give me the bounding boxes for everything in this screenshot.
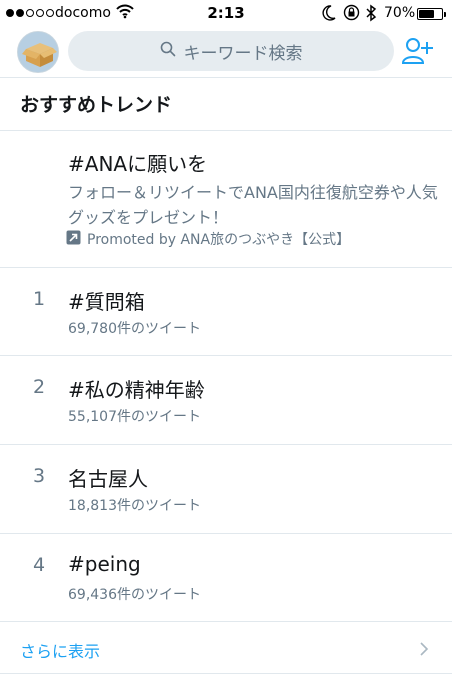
section-title: おすすめトレンド [20, 94, 173, 116]
trend-name: #私の精神年齢 [68, 378, 205, 402]
trend-name: 名古屋人 [68, 467, 148, 491]
moon-icon [322, 5, 336, 25]
divider [0, 673, 452, 674]
promoted-trend-name: #ANAに願いを [68, 152, 208, 176]
battery-percent: 70% [384, 5, 416, 21]
promoted-by-line: Promoted by ANA旅のつぶやき【公式】 [66, 229, 350, 249]
trend-tweet-count: 18,813件のツイート [68, 498, 201, 514]
status-bar: docomo 2:13 70% [0, 0, 452, 28]
top-navigation: キーワード検索 [0, 28, 452, 78]
divider [0, 355, 452, 356]
promoted-by-text: Promoted by ANA旅のつぶやき【公式】 [87, 232, 351, 248]
show-more-link[interactable]: さらに表示 [20, 638, 100, 662]
add-user-icon[interactable] [401, 37, 434, 69]
trend-tweet-count: 55,107件のツイート [68, 409, 201, 425]
bluetooth-icon [365, 4, 377, 26]
trend-name: #質問箱 [68, 290, 145, 314]
battery-level [419, 10, 435, 18]
trend-name: #peing [68, 552, 141, 576]
chevron-right-icon [419, 641, 429, 660]
divider [0, 621, 452, 622]
divider [0, 130, 452, 131]
trend-rank: 2 [33, 376, 46, 398]
divider [0, 533, 452, 534]
divider [0, 267, 452, 268]
search-icon [160, 41, 176, 62]
trend-rank: 4 [33, 554, 46, 576]
search-placeholder: キーワード検索 [183, 43, 303, 64]
trend-tweet-count: 69,436件のツイート [68, 587, 201, 603]
promoted-trend-description: フォロー＆リツイートでANA国内往復航空券や人気グッズをプレゼント！ [68, 183, 438, 227]
rotation-lock-icon [343, 4, 360, 25]
trend-tweet-count: 69,780件のツイート [68, 321, 201, 337]
trend-rank: 1 [33, 288, 46, 310]
battery-icon [417, 8, 446, 20]
promoted-icon [66, 230, 81, 249]
trend-rank: 3 [33, 465, 46, 487]
search-input[interactable]: キーワード検索 [68, 31, 394, 71]
divider [0, 444, 452, 445]
avatar[interactable] [17, 31, 59, 73]
